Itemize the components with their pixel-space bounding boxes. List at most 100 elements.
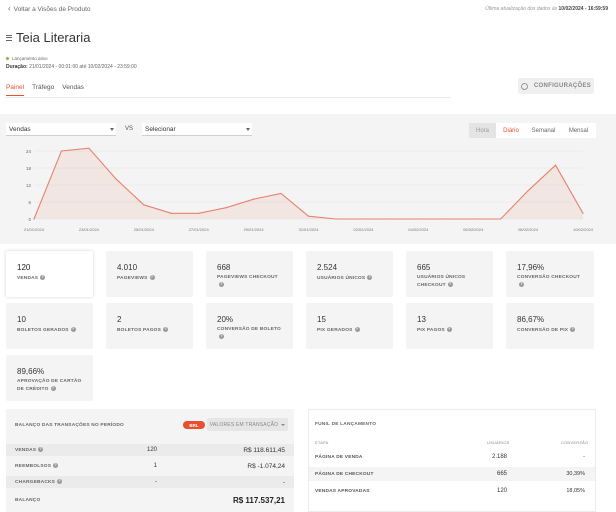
sales-data-point[interactable]	[115, 178, 117, 180]
help-icon[interactable]: ?	[149, 275, 155, 280]
help-icon[interactable]: ?	[446, 327, 452, 332]
menu-icon[interactable]	[6, 34, 12, 41]
compare-select[interactable]: Selecionar	[142, 123, 252, 136]
x-tick-label: 29/01/2024	[244, 227, 265, 232]
sales-data-point[interactable]	[445, 218, 447, 220]
balance-total-row: BALANÇO R$ 117.537,21	[6, 494, 294, 506]
sales-data-point[interactable]	[143, 204, 145, 206]
sales-data-point[interactable]	[170, 212, 172, 214]
values-select-label: VALORES EM TRANSAÇÃO	[209, 421, 279, 428]
help-icon[interactable]: ?	[219, 333, 224, 339]
period-semanal[interactable]: Semanal	[526, 123, 561, 138]
currency-badge[interactable]: BRL	[183, 421, 205, 429]
sales-data-point[interactable]	[198, 212, 200, 214]
metric-card[interactable]: 20% CONVERSÃO DE BOLETO?	[206, 303, 293, 349]
balance-row-qty: -	[155, 479, 157, 485]
balance-panel: BALANÇO DAS TRANSAÇÕES NO PERÍODO BRL VA…	[6, 409, 294, 512]
metric-value: 120	[17, 263, 31, 272]
sales-data-point[interactable]	[335, 218, 337, 220]
sales-data-point[interactable]	[307, 215, 310, 217]
tab-vendas[interactable]: Vendas	[62, 84, 84, 96]
metric-card[interactable]: 17,96% CONVERSÃO CHECKOUT?	[506, 251, 594, 297]
sales-data-point[interactable]	[417, 218, 419, 220]
balance-row-value: R$ -1.074,24	[247, 462, 285, 470]
metric-label: BOLETOS PAGOS?	[117, 327, 183, 334]
help-icon[interactable]: ?	[70, 327, 76, 332]
x-tick-label: 10/02/2024	[573, 227, 594, 232]
sales-data-point[interactable]	[362, 218, 364, 220]
sales-data-point[interactable]	[554, 164, 557, 166]
help-icon[interactable]: ?	[57, 479, 63, 485]
metric-card[interactable]: 2.524 USUÁRIOS ÚNICOS?	[306, 251, 393, 297]
metric-card[interactable]: 10 BOLETOS GERADOS?	[6, 303, 93, 349]
metric-card[interactable]: 86,67% CONVERSÃO DE PIX?	[506, 303, 594, 349]
help-icon[interactable]: ?	[53, 463, 59, 469]
sales-data-point[interactable]	[225, 207, 227, 209]
metric-value: 2.524	[317, 263, 338, 272]
sales-data-point[interactable]	[253, 198, 255, 200]
help-icon[interactable]: ?	[163, 327, 169, 332]
tab-trafego[interactable]: Tráfego	[32, 84, 54, 96]
funnel-stage: PÁGINA DE VENDA	[315, 454, 363, 460]
settings-button[interactable]: CONFIGURAÇÕES	[518, 78, 594, 94]
back-link[interactable]: ‹ Voltar a Visões de Produto	[8, 5, 91, 13]
metric-card[interactable]: 89,66% APROVAÇÃO DE CARTÃO DE CRÉDITO?	[6, 355, 93, 401]
metric-value: 15	[317, 315, 326, 324]
balance-row: REEMBOLSOS? 1 R$ -1.074,24	[6, 460, 294, 472]
tab-painel[interactable]: Painel	[6, 84, 25, 96]
sales-data-point[interactable]	[390, 218, 392, 220]
period-diario[interactable]: Diário	[496, 123, 526, 138]
funnel-conversion: 18,05%	[566, 488, 585, 494]
funnel-header-stage: ETAPA	[315, 440, 329, 445]
metric-card[interactable]: 665 USUÁRIOS ÚNICOS CHECKOUT?	[406, 251, 493, 297]
period-hora[interactable]: Hora	[469, 123, 496, 138]
help-icon[interactable]: ?	[519, 281, 524, 287]
values-select[interactable]: VALORES EM TRANSAÇÃO	[207, 418, 288, 431]
tab-bar: Painel Tráfego Vendas	[6, 84, 84, 96]
metric-label: BOLETOS GERADOS?	[17, 327, 83, 334]
sales-data-point[interactable]	[60, 150, 63, 152]
metric-value: 13	[417, 315, 426, 324]
sales-data-point[interactable]	[472, 218, 474, 220]
balance-row-label: REEMBOLSOS	[15, 463, 52, 469]
y-tick-label: 18	[26, 166, 32, 171]
vs-label: VS	[125, 126, 134, 132]
y-tick-label: 12	[26, 183, 32, 188]
metric-label: USUÁRIOS ÚNICOS CHECKOUT?	[417, 275, 483, 289]
sales-data-point[interactable]	[33, 218, 35, 220]
help-icon[interactable]: ?	[40, 275, 46, 280]
sales-data-point[interactable]	[582, 212, 584, 214]
help-icon[interactable]: ?	[50, 385, 56, 391]
sales-data-point[interactable]	[280, 192, 282, 195]
help-icon[interactable]: ?	[367, 275, 373, 280]
sales-data-point[interactable]	[88, 147, 90, 149]
help-icon[interactable]: ?	[447, 281, 453, 287]
metric-label: VENDAS?	[17, 275, 83, 282]
x-tick-label: 02/02/2024	[353, 227, 374, 232]
x-tick-label: 23/01/2024	[79, 227, 100, 232]
funnel-panel: FUNIL DE LANÇAMENTO ETAPA USUÁRIOS CONVE…	[308, 409, 596, 512]
metric-card[interactable]: 668 PAGEVIEWS CHECKOUT?	[206, 251, 293, 297]
metric-label: APROVAÇÃO DE CARTÃO DE CRÉDITO?	[17, 379, 83, 393]
chevron-left-icon: ‹	[8, 4, 11, 13]
metric-select[interactable]: Vendas	[6, 123, 116, 136]
metric-card[interactable]: 15 PIX GERADOS?	[306, 303, 393, 349]
period-mensal[interactable]: Mensal	[561, 123, 596, 138]
balance-row-label: CHARGEBACKS	[15, 479, 56, 485]
duration-label: Duração:	[6, 64, 28, 70]
help-icon[interactable]: ?	[570, 327, 576, 332]
sales-data-point[interactable]	[527, 190, 529, 192]
balance-row-value: -	[282, 478, 285, 486]
balance-row: CHARGEBACKS? - -	[6, 476, 294, 488]
tabs-divider	[6, 97, 450, 98]
help-icon[interactable]: ?	[38, 447, 44, 453]
sales-data-point[interactable]	[500, 218, 502, 220]
metric-card[interactable]: 120 VENDAS?	[6, 251, 93, 297]
metric-card[interactable]: 13 PIX PAGOS?	[406, 303, 493, 349]
metric-card[interactable]: 4.010 PAGEVIEWS?	[106, 251, 193, 297]
page-title: Teia Literaria	[16, 30, 91, 45]
help-icon[interactable]: ?	[219, 281, 224, 287]
balance-total-value: R$ 117.537,21	[232, 495, 285, 505]
help-icon[interactable]: ?	[354, 327, 360, 332]
metric-card[interactable]: 2 BOLETOS PAGOS?	[106, 303, 193, 349]
